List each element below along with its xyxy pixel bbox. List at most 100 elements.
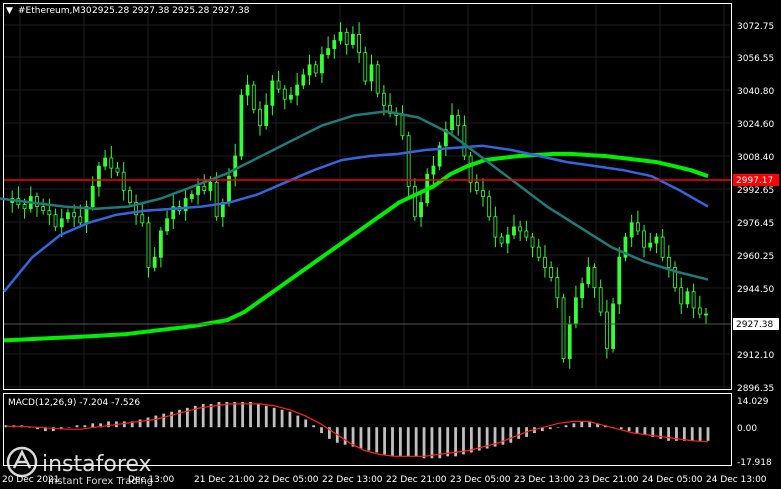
candle-body bbox=[152, 256, 157, 268]
ma-line bbox=[3, 151, 709, 343]
candles bbox=[10, 22, 708, 369]
candle-body bbox=[617, 256, 622, 305]
candle-body bbox=[320, 54, 324, 74]
candle-body bbox=[679, 287, 684, 305]
candle-body bbox=[115, 167, 120, 173]
candle-body bbox=[53, 214, 58, 228]
candle-body bbox=[536, 246, 541, 258]
current-price-text: 2927.38 bbox=[736, 320, 773, 330]
candle-body bbox=[103, 157, 108, 167]
macd-histogram-bar bbox=[430, 427, 434, 459]
candle-body bbox=[289, 94, 293, 100]
candle-body bbox=[189, 194, 194, 199]
candle-body bbox=[704, 313, 708, 316]
candle-body bbox=[505, 234, 510, 244]
macd-signal-line bbox=[6, 403, 709, 457]
time-tick: 23 Dec 13:00 bbox=[514, 475, 575, 485]
time-tick: 22 Dec 13:00 bbox=[322, 475, 383, 485]
candle-body bbox=[666, 256, 671, 268]
candle-body bbox=[598, 287, 603, 313]
candle-body bbox=[276, 80, 281, 90]
candle-body bbox=[654, 236, 659, 244]
macd-histogram-bar bbox=[667, 427, 670, 441]
trading-chart[interactable]: ▼ #Ethereum,M30 2925.28 2927.38 2925.28 … bbox=[0, 0, 781, 489]
macd-histogram-bar bbox=[67, 427, 71, 428]
candle-body bbox=[543, 256, 547, 268]
macd-histogram-bar bbox=[517, 427, 521, 439]
macd-histogram-bar bbox=[414, 427, 418, 457]
collapse-arrow-icon[interactable]: ▼ bbox=[6, 6, 13, 16]
macd-histogram-bar bbox=[91, 423, 95, 428]
candle-body bbox=[419, 202, 423, 218]
candle-body bbox=[456, 115, 461, 126]
candle-body bbox=[691, 291, 696, 309]
candle-body bbox=[412, 185, 417, 218]
macd-histogram-bar bbox=[75, 425, 79, 428]
candle-body bbox=[295, 84, 300, 96]
logo-brand: instaforex bbox=[42, 452, 152, 477]
candle-body bbox=[499, 236, 504, 244]
candle-body bbox=[233, 155, 238, 177]
macd-histogram-bar bbox=[162, 413, 166, 428]
candle-body bbox=[282, 88, 287, 100]
candle-body bbox=[567, 323, 572, 360]
candle-body bbox=[580, 283, 585, 299]
macd-histogram-bar bbox=[272, 407, 276, 428]
macd-histogram-bar bbox=[556, 427, 560, 428]
macd-histogram-bar bbox=[469, 427, 473, 453]
macd-histogram-bar bbox=[170, 411, 174, 428]
time-tick: 23 Dec 05:00 bbox=[450, 475, 511, 485]
candle-body bbox=[239, 94, 244, 157]
macd-histogram-bar bbox=[264, 405, 268, 428]
candle-body bbox=[301, 74, 306, 86]
macd-histogram-bar bbox=[406, 427, 410, 457]
macd-histogram-bar bbox=[509, 427, 513, 443]
candle-body bbox=[611, 303, 615, 349]
macd-histogram-bar bbox=[83, 425, 87, 428]
macd-histogram-bar bbox=[635, 427, 639, 434]
macd-histogram-bar bbox=[257, 403, 260, 428]
candle-body bbox=[158, 230, 163, 258]
macd-histogram-bar bbox=[627, 427, 631, 432]
macd-histogram-bar bbox=[241, 401, 245, 428]
macd-histogram-bar bbox=[446, 427, 450, 457]
price-tick: 3008.40 bbox=[737, 153, 774, 163]
candle-body bbox=[208, 181, 213, 191]
candle-body bbox=[307, 64, 312, 76]
macd-histogram-bar bbox=[304, 419, 308, 428]
candle-body bbox=[264, 104, 269, 126]
candle-body bbox=[604, 311, 609, 349]
macd-histogram-bar bbox=[572, 423, 576, 428]
macd-histogram-bar bbox=[367, 427, 371, 451]
ohlc-readout: 2925.28 2927.38 2925.28 2927.38 bbox=[92, 6, 250, 16]
macd-histogram-bar bbox=[225, 401, 229, 428]
price-tick: 3040.80 bbox=[737, 87, 774, 97]
candle-body bbox=[251, 84, 256, 110]
candle-body bbox=[214, 181, 219, 218]
candle-body bbox=[375, 64, 380, 94]
macd-histogram-bar bbox=[312, 425, 316, 428]
candle-body bbox=[431, 165, 436, 175]
candle-body bbox=[165, 218, 169, 232]
candle-body bbox=[574, 297, 578, 325]
candle-body bbox=[518, 226, 523, 232]
macd-histogram-bar bbox=[249, 401, 252, 428]
macd-histogram-bar bbox=[548, 427, 552, 430]
candle-body bbox=[648, 242, 653, 248]
symbol-label: #Ethereum,M30 bbox=[18, 6, 92, 16]
candle-body bbox=[493, 216, 498, 238]
macd-histogram-bar bbox=[233, 401, 237, 428]
candle-body bbox=[127, 190, 132, 203]
candle-body bbox=[59, 218, 64, 228]
candle-body bbox=[524, 230, 529, 238]
candle-body bbox=[357, 33, 361, 54]
macd-histogram-bar bbox=[682, 427, 686, 441]
candle-body bbox=[685, 291, 690, 305]
candle-body bbox=[90, 185, 95, 208]
candle-body bbox=[629, 222, 634, 238]
candle-body bbox=[406, 135, 411, 187]
macd-histogram-bar bbox=[690, 427, 694, 441]
candle-body bbox=[258, 108, 262, 126]
macd-histogram-bar bbox=[343, 427, 347, 445]
candle-body bbox=[468, 155, 473, 183]
